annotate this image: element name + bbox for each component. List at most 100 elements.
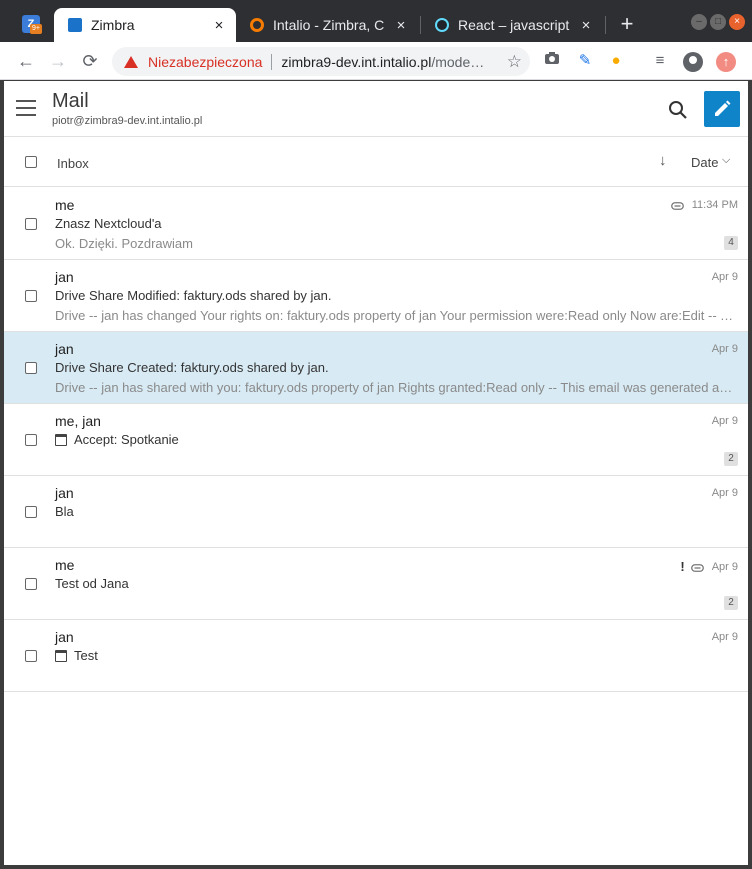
message-meta: Apr 9	[712, 343, 738, 355]
message-sender: jan	[55, 629, 74, 645]
profile-avatar-icon[interactable]	[683, 52, 703, 72]
message-date: Apr 9	[711, 487, 738, 499]
chevron-down-icon[interactable]: ⌵	[722, 154, 730, 167]
message-date: Apr 9	[711, 343, 738, 355]
message-row[interactable]: jan Drive Share Created: faktury.ods shar…	[4, 332, 748, 404]
message-subject: Drive Share Modified: faktury.ods shared…	[55, 288, 332, 303]
message-subject-text: Znasz Nextcloud'a	[55, 216, 162, 231]
message-row[interactable]: jan Bla Apr 9	[4, 476, 748, 548]
message-checkbox[interactable]	[25, 434, 37, 446]
message-subject: Accept: Spotkanie	[55, 432, 179, 447]
url-path: /mode…	[431, 53, 485, 70]
account-email: piotr@zimbra9-dev.int.intalio.pl	[52, 115, 203, 127]
feather-extension-icon[interactable]: ✎	[575, 51, 595, 71]
message-sender: me, jan	[55, 413, 101, 429]
message-checkbox[interactable]	[25, 578, 37, 590]
mail-app: Mail piotr@zimbra9-dev.int.intalio.pl In…	[4, 81, 748, 865]
tab-title: Zimbra	[91, 17, 135, 33]
address-bar[interactable]: Niezabezpieczona zimbra9-dev.int.intalio…	[112, 47, 530, 76]
message-subject-text: Drive Share Modified: faktury.ods shared…	[55, 288, 332, 303]
tab-separator	[605, 16, 606, 34]
message-checkbox[interactable]	[25, 650, 37, 662]
message-date: Apr 9	[711, 560, 738, 573]
close-window-button[interactable]: ×	[729, 14, 745, 30]
sort-by-button[interactable]: Date	[691, 155, 718, 170]
message-checkbox[interactable]	[25, 506, 37, 518]
not-secure-warning-icon[interactable]	[124, 55, 138, 68]
tab-title: Intalio - Zimbra, C	[273, 17, 385, 33]
message-sender: jan	[55, 485, 74, 501]
calendar-icon	[55, 433, 67, 446]
omnibox-divider	[271, 53, 273, 70]
tab-close-icon[interactable]: ×	[575, 17, 597, 34]
maximize-window-button[interactable]: □	[710, 14, 726, 30]
forward-icon[interactable]: →	[46, 49, 70, 73]
message-subject-text: Drive Share Created: faktury.ods shared …	[55, 360, 329, 375]
message-subject: Znasz Nextcloud'a	[55, 216, 162, 231]
media-queue-icon[interactable]: ≡	[650, 51, 670, 71]
compose-button[interactable]	[704, 91, 740, 127]
sort-direction-icon[interactable]: ↓	[659, 152, 667, 169]
message-meta: Apr 9	[712, 415, 738, 427]
url-host: zimbra9-dev.int.intalio.pl	[281, 53, 432, 70]
message-date: Apr 9	[711, 631, 738, 643]
camera-extension-icon[interactable]	[542, 51, 562, 71]
select-all-checkbox[interactable]	[25, 156, 37, 168]
message-subject: Test od Jana	[55, 576, 129, 591]
update-icon[interactable]: ↑	[716, 52, 736, 72]
message-subject-text: Test od Jana	[55, 576, 129, 591]
attachment-icon	[690, 563, 704, 572]
message-sender: jan	[55, 269, 74, 285]
message-subject-text: Bla	[55, 504, 74, 519]
message-checkbox[interactable]	[25, 218, 37, 230]
message-row[interactable]: jan Drive Share Modified: faktury.ods sha…	[4, 260, 748, 332]
app-header: Mail piotr@zimbra9-dev.int.intalio.pl	[4, 81, 748, 137]
tab-close-icon[interactable]: ×	[208, 17, 230, 34]
message-row[interactable]: me, jan Accept: Spotkanie Apr 9 2	[4, 404, 748, 476]
message-meta: 11:34 PM	[670, 199, 738, 211]
message-preview: Drive -- jan has changed Your rights on:…	[55, 308, 738, 323]
new-tab-button[interactable]: +	[615, 12, 639, 36]
not-secure-label[interactable]: Niezabezpieczona	[148, 54, 262, 70]
tab-zimbra[interactable]: Zimbra ×	[54, 8, 236, 42]
message-row[interactable]: me Znasz Nextcloud'a Ok. Dzięki. Pozdrawia…	[4, 188, 748, 260]
calendar-icon	[55, 649, 67, 662]
zimbra-favicon-icon	[68, 18, 82, 32]
minimize-window-button[interactable]: –	[691, 14, 707, 30]
message-row[interactable]: me Test od Jana! Apr 9 2	[4, 548, 748, 620]
tab-close-icon[interactable]: ×	[390, 17, 412, 34]
page-title: Mail	[52, 90, 89, 112]
message-date: Apr 9	[711, 271, 738, 283]
message-checkbox[interactable]	[25, 362, 37, 374]
attachment-icon	[670, 201, 684, 210]
bookmark-star-icon[interactable]: ☆	[507, 52, 522, 72]
search-icon[interactable]	[667, 99, 689, 121]
browser-toolbar: ← → ⟳ Niezabezpieczona zimbra9-dev.int.i…	[0, 42, 752, 117]
message-meta: ! Apr 9	[680, 559, 738, 574]
tab-intalio[interactable]: Intalio - Zimbra, C ×	[236, 8, 418, 42]
message-subject: Test	[55, 648, 98, 663]
back-icon[interactable]: ←	[14, 49, 38, 73]
tab-title: React – javascript	[458, 17, 570, 33]
message-date: 11:34 PM	[691, 199, 738, 211]
message-meta: Apr 9	[712, 487, 738, 499]
reload-icon[interactable]: ⟳	[78, 49, 102, 73]
folder-name: Inbox	[57, 156, 89, 171]
thread-count-badge: 4	[724, 236, 738, 250]
message-preview: Drive -- jan has shared with you: faktur…	[55, 380, 738, 395]
message-sender: me	[55, 197, 75, 213]
message-date: Apr 9	[711, 415, 738, 427]
menu-icon[interactable]	[16, 100, 36, 116]
tab-react[interactable]: React – javascript ×	[421, 8, 603, 42]
lightbulb-extension-icon[interactable]: ●	[606, 51, 626, 71]
message-list-header: Inbox ↓ Date ⌵	[4, 138, 748, 187]
thread-count-badge: 2	[724, 452, 738, 466]
thread-count-badge: 2	[724, 596, 738, 610]
intalio-favicon-icon	[250, 18, 264, 32]
message-subject: Drive Share Created: faktury.ods shared …	[55, 360, 329, 375]
message-sender: me	[55, 557, 75, 573]
apps-badge-icon: 9+	[30, 24, 42, 34]
message-checkbox[interactable]	[25, 290, 37, 302]
priority-flag-icon: !	[680, 559, 685, 574]
message-row[interactable]: jan Test Apr 9	[4, 620, 748, 692]
